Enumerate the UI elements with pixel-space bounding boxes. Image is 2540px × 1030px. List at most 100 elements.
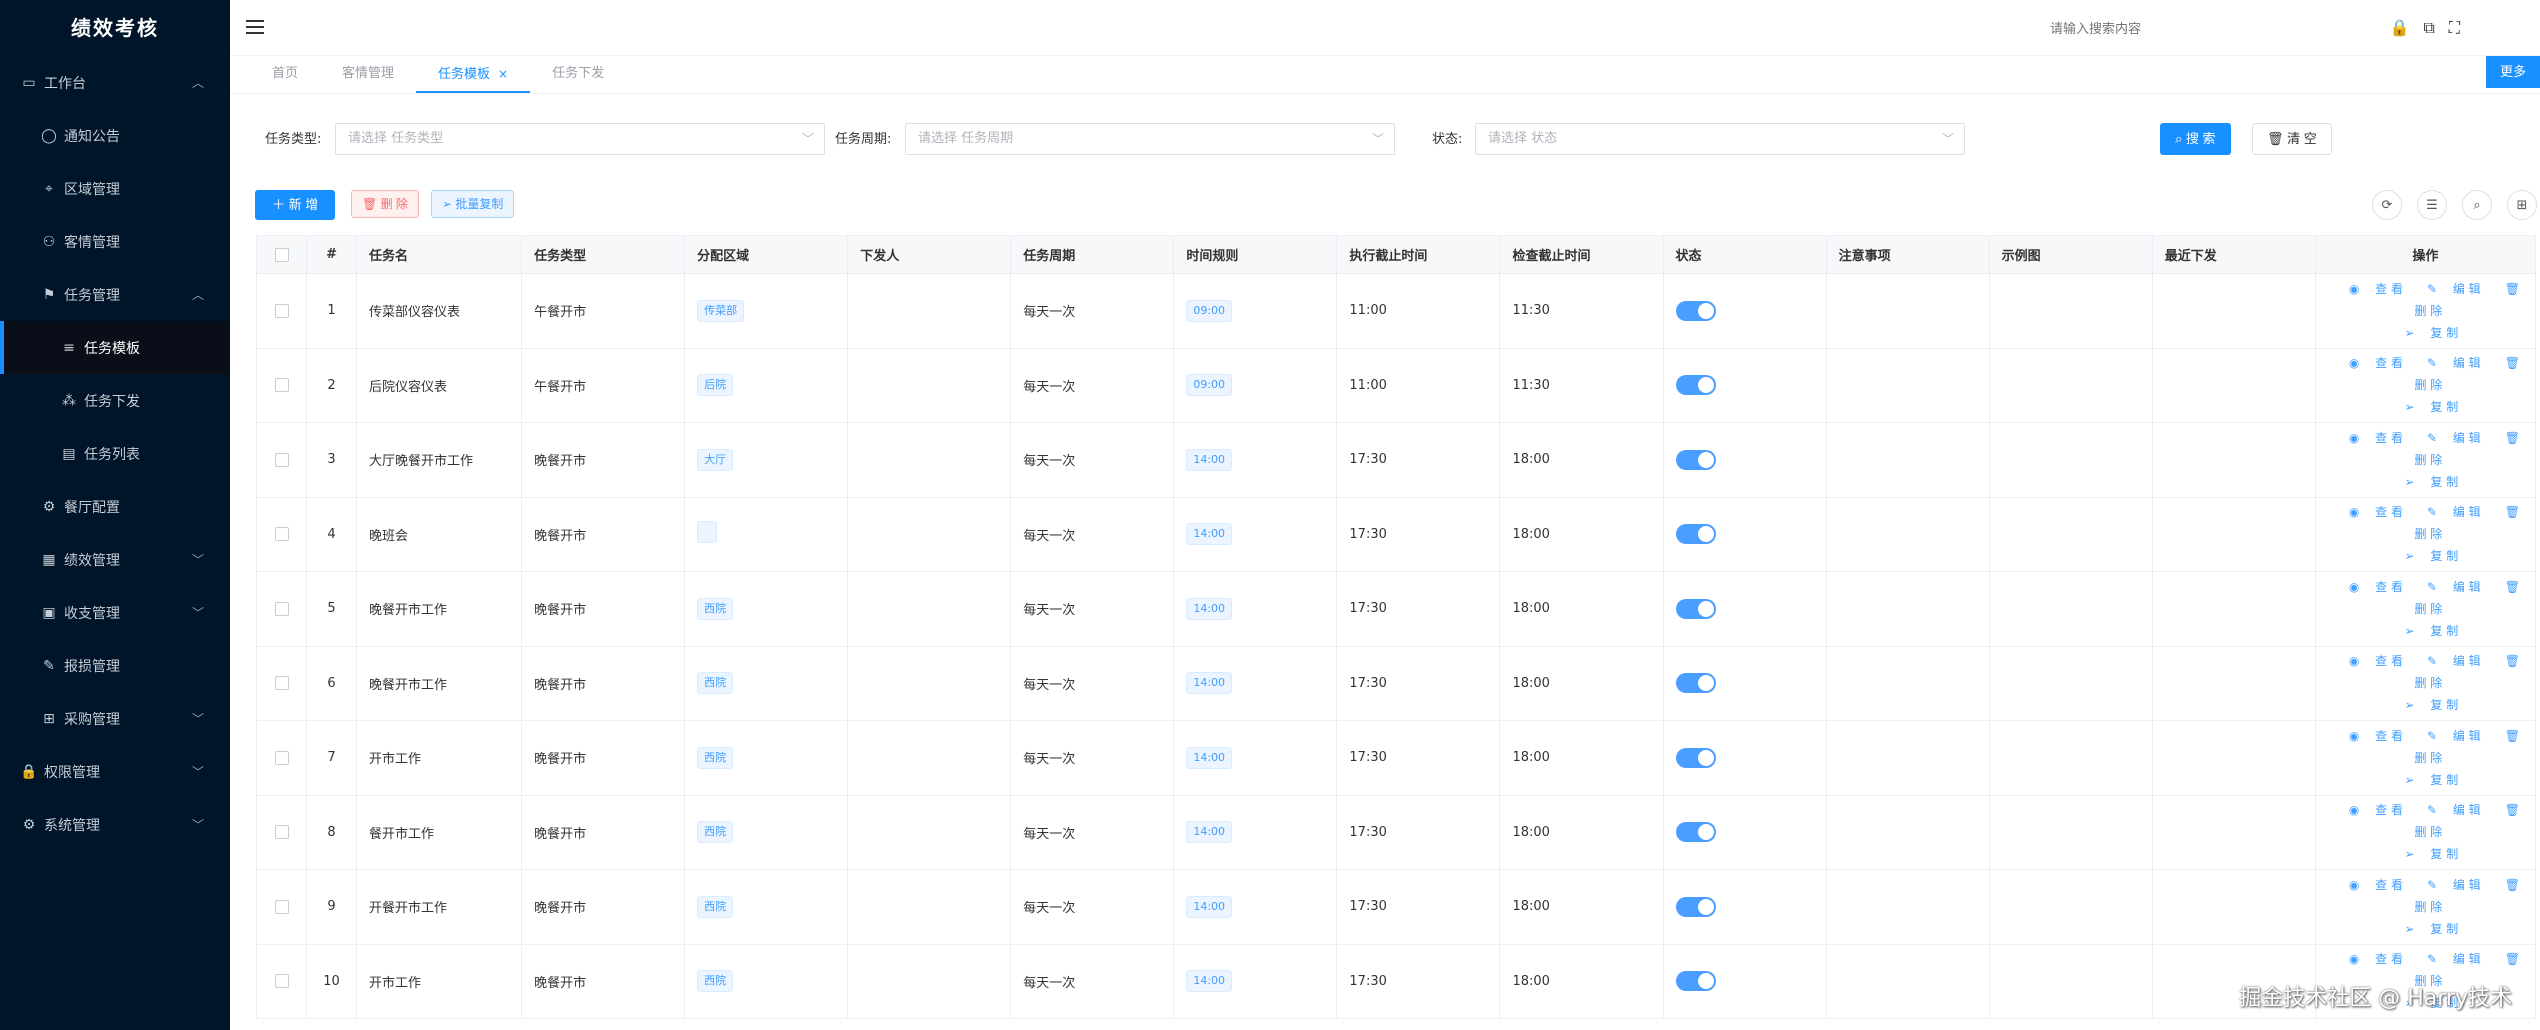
- view-button[interactable]: ◉ 查 看: [2343, 952, 2409, 966]
- copy-button[interactable]: ➢ 复 制: [2399, 773, 2465, 787]
- row-checkbox[interactable]: [274, 303, 289, 318]
- refresh-icon[interactable]: ⟳: [2372, 190, 2402, 220]
- row-checkbox[interactable]: [274, 378, 289, 393]
- copy-button[interactable]: ➢ 复 制: [2399, 698, 2465, 712]
- sidebar-item[interactable]: ▦ 绩效管理 ﹀: [0, 533, 230, 586]
- status-toggle[interactable]: [1675, 375, 1716, 396]
- sidebar-item[interactable]: ⚇ 客情管理: [0, 215, 230, 268]
- edit-button[interactable]: ✎ 编 辑: [2421, 654, 2487, 668]
- columns-icon[interactable]: ⊞: [2507, 190, 2537, 220]
- copy-button[interactable]: ➢ 复 制: [2399, 549, 2465, 563]
- status-toggle[interactable]: [1675, 598, 1716, 619]
- status-toggle[interactable]: [1675, 822, 1716, 843]
- trash-icon: 🗑: [2504, 803, 2520, 818]
- sidebar-item[interactable]: ◯ 通知公告: [0, 109, 230, 162]
- status-toggle[interactable]: [1675, 300, 1716, 321]
- edit-button[interactable]: ✎ 编 辑: [2421, 505, 2487, 519]
- row-checkbox[interactable]: [274, 452, 289, 467]
- tab[interactable]: 任务模板 ×: [416, 56, 531, 93]
- view-button[interactable]: ◉ 查 看: [2343, 431, 2409, 445]
- eye-icon: ◉: [2348, 430, 2364, 445]
- row-checkbox[interactable]: [274, 601, 289, 616]
- column-header: 任务名: [356, 235, 523, 274]
- sidebar-item[interactable]: ⊞ 采购管理 ﹀: [0, 692, 230, 745]
- header-search-input[interactable]: [2050, 14, 2330, 42]
- clear-button[interactable]: 🗑 清 空: [2252, 123, 2332, 155]
- sidebar-item[interactable]: ⁂ 任务下发: [0, 374, 230, 427]
- row-checkbox[interactable]: [274, 825, 289, 840]
- status-toggle[interactable]: [1675, 673, 1716, 694]
- actions-cell: ◉ 查 看 ✎ 编 辑 🗑 删 除 ➢ 复 制: [2314, 496, 2537, 572]
- edit-button[interactable]: ✎ 编 辑: [2421, 803, 2487, 817]
- sidebar-item[interactable]: ⚙ 系统管理 ﹀: [0, 798, 230, 851]
- edit-button[interactable]: ✎ 编 辑: [2421, 282, 2487, 296]
- sidebar-item[interactable]: ≡ 任务模板: [0, 321, 230, 374]
- lock-icon[interactable]: 🔒: [2389, 18, 2409, 38]
- translate-icon[interactable]: ⧉: [2423, 18, 2434, 38]
- view-button[interactable]: ◉ 查 看: [2343, 282, 2409, 296]
- hamburger-menu-icon[interactable]: [244, 16, 266, 38]
- example-image-cell: [1988, 645, 2153, 721]
- sidebar-item[interactable]: 🔒 权限管理 ﹀: [0, 745, 230, 798]
- edit-button[interactable]: ✎ 编 辑: [2421, 431, 2487, 445]
- copy-button[interactable]: ➢ 复 制: [2399, 326, 2465, 340]
- sidebar-item[interactable]: ⚑ 任务管理 ︿: [0, 268, 230, 321]
- row-checkbox[interactable]: [274, 750, 289, 765]
- row-checkbox[interactable]: [274, 899, 289, 914]
- tab[interactable]: 任务下发: [530, 56, 626, 93]
- tab[interactable]: 首页: [250, 56, 320, 93]
- view-button[interactable]: ◉ 查 看: [2343, 356, 2409, 370]
- search-button[interactable]: ⌕ 搜 索: [2160, 123, 2231, 155]
- sidebar-item[interactable]: ▣ 收支管理 ﹀: [0, 586, 230, 639]
- status-toggle[interactable]: [1675, 747, 1716, 768]
- status-toggle[interactable]: [1675, 449, 1716, 470]
- edit-button[interactable]: ✎ 编 辑: [2421, 878, 2487, 892]
- delete-button-label: 删 除: [380, 197, 408, 211]
- search-toggle-icon[interactable]: ⌕: [2462, 190, 2492, 220]
- view-button[interactable]: ◉ 查 看: [2343, 729, 2409, 743]
- task-cycle-select[interactable]: 请选择 任务周期 ﹀: [905, 123, 1395, 155]
- sidebar-item[interactable]: ✎ 报损管理: [0, 639, 230, 692]
- edit-button[interactable]: ✎ 编 辑: [2421, 952, 2487, 966]
- row-checkbox[interactable]: [274, 527, 289, 542]
- edit-button[interactable]: ✎ 编 辑: [2421, 356, 2487, 370]
- view-button[interactable]: ◉ 查 看: [2343, 580, 2409, 594]
- sidebar-item[interactable]: ▤ 任务列表: [0, 427, 230, 480]
- row-index: 5: [306, 571, 358, 647]
- delete-button[interactable]: 🗑 删 除: [351, 190, 419, 218]
- tab[interactable]: 客情管理: [320, 56, 416, 93]
- task-type-select[interactable]: 请选择 任务类型 ﹀: [335, 123, 825, 155]
- batch-copy-button[interactable]: ➢ 批量复制: [431, 190, 515, 218]
- close-icon[interactable]: ×: [498, 67, 508, 81]
- edit-button[interactable]: ✎ 编 辑: [2421, 580, 2487, 594]
- row-checkbox[interactable]: [274, 974, 289, 989]
- status-select[interactable]: 请选择 状态 ﹀: [1475, 123, 1965, 155]
- view-button[interactable]: ◉ 查 看: [2343, 878, 2409, 892]
- sidebar-item[interactable]: ⚙ 餐厅配置: [0, 480, 230, 533]
- status-toggle[interactable]: [1675, 524, 1716, 545]
- copy-button[interactable]: ➢ 复 制: [2399, 847, 2465, 861]
- view-button[interactable]: ◉ 查 看: [2343, 803, 2409, 817]
- copy-button[interactable]: ➢ 复 制: [2399, 475, 2465, 489]
- sidebar-item[interactable]: ⌖ 区域管理: [0, 162, 230, 215]
- add-button[interactable]: ＋ 新 增: [255, 190, 336, 220]
- copy-button[interactable]: ➢ 复 制: [2399, 624, 2465, 638]
- view-button[interactable]: ◉ 查 看: [2343, 654, 2409, 668]
- row-checkbox[interactable]: [274, 676, 289, 691]
- time-rule-cell: 09:00: [1173, 347, 1338, 423]
- column-header: 注意事项: [1825, 235, 1990, 274]
- status-toggle[interactable]: [1675, 971, 1716, 992]
- select-all-checkbox[interactable]: [274, 247, 289, 262]
- edit-button[interactable]: ✎ 编 辑: [2421, 729, 2487, 743]
- more-button[interactable]: 更多: [2485, 56, 2540, 88]
- fullscreen-icon[interactable]: ⛶: [2449, 18, 2460, 38]
- view-button[interactable]: ◉ 查 看: [2343, 505, 2409, 519]
- sidebar-item[interactable]: ▭ 工作台 ︿: [0, 56, 230, 109]
- task-type-cell: 晚餐开市: [521, 645, 686, 721]
- sidebar-item-label: 报损管理: [64, 658, 120, 675]
- chevron-down-icon: ﹀: [191, 712, 204, 726]
- filter-settings-icon[interactable]: ☰: [2417, 190, 2447, 220]
- status-toggle[interactable]: [1675, 896, 1716, 917]
- copy-button[interactable]: ➢ 复 制: [2399, 400, 2465, 414]
- copy-button[interactable]: ➢ 复 制: [2399, 922, 2465, 936]
